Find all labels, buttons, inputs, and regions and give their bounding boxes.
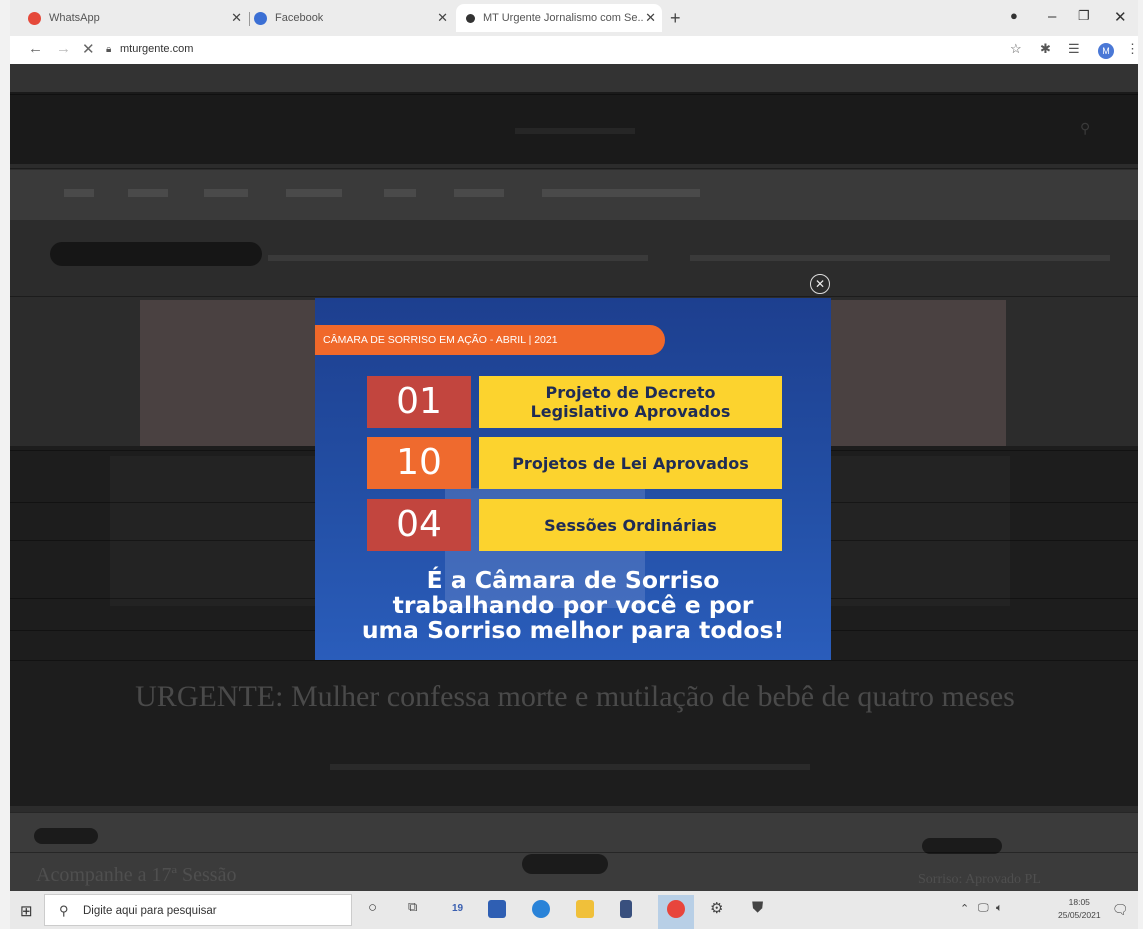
close-tab-icon[interactable]: ✕ bbox=[231, 10, 242, 26]
calendar-badge-icon[interactable]: 19 bbox=[452, 903, 463, 914]
maximize-button[interactable]: ❐ bbox=[1078, 8, 1090, 24]
popup-title: CÂMARA DE SORRISO EM AÇÃO - ABRIL | 2021 bbox=[315, 325, 665, 355]
reading-list-icon[interactable]: ☰ bbox=[1068, 41, 1080, 57]
close-tab-icon[interactable]: ✕ bbox=[645, 10, 656, 26]
stat-number: 04 bbox=[367, 499, 471, 551]
whatsapp-icon bbox=[28, 11, 41, 25]
site-search-icon: ⚲ bbox=[1080, 120, 1091, 136]
search-placeholder: Digite aqui para pesquisar bbox=[83, 905, 217, 917]
back-arrow-icon[interactable]: ← bbox=[28, 40, 43, 57]
close-window-button[interactable]: ✕ bbox=[1114, 8, 1127, 26]
record-icon[interactable]: ● bbox=[1010, 8, 1018, 23]
category-pill bbox=[34, 828, 98, 844]
featured-headline[interactable]: URGENTE: Mulher confessa morte e mutilaç… bbox=[120, 678, 1030, 716]
site-favicon-icon bbox=[466, 13, 475, 23]
forward-arrow-icon[interactable]: → bbox=[56, 40, 71, 57]
stat-row: 04 Sessões Ordinárias bbox=[367, 499, 782, 551]
tab-title: WhatsApp bbox=[49, 12, 100, 24]
stat-number: 01 bbox=[367, 376, 471, 428]
close-tab-icon[interactable]: ✕ bbox=[437, 10, 448, 26]
network-icon[interactable]: 🖵︎ bbox=[978, 902, 989, 915]
site-logo bbox=[515, 128, 635, 134]
minimize-button[interactable]: – bbox=[1048, 8, 1056, 25]
tab-title: Facebook bbox=[275, 12, 324, 24]
lock-icon: 🔒︎ bbox=[106, 44, 112, 55]
tray-chevron-up-icon[interactable]: ⌃ bbox=[960, 902, 969, 915]
windows-start-icon[interactable]: ⊞ bbox=[20, 902, 33, 920]
stat-label-text: Projetos de Lei Aprovados bbox=[512, 453, 749, 473]
slogan-line: É a Câmara de Sorriso bbox=[426, 566, 720, 594]
ticker-text-left bbox=[268, 255, 648, 261]
stat-label: Sessões Ordinárias bbox=[479, 499, 782, 551]
stat-number: 10 bbox=[367, 437, 471, 489]
tab-facebook[interactable]: Facebook ✕ bbox=[254, 4, 454, 32]
screen: WhatsApp ✕ Facebook ✕ MT Urgente Jornali… bbox=[10, 0, 1138, 929]
edge-icon[interactable] bbox=[532, 900, 550, 918]
bookmark-star-icon[interactable]: ☆ bbox=[1010, 41, 1022, 57]
volume-icon[interactable]: 🔈︎ bbox=[996, 902, 1003, 915]
popup-ad[interactable]: CÂMARA DE SORRISO EM AÇÃO - ABRIL | 2021… bbox=[315, 298, 831, 660]
article-title-right[interactable]: Sorriso: Aprovado PL bbox=[918, 872, 1041, 888]
tab-title: MT Urgente Jornalismo com Se... bbox=[483, 12, 643, 24]
stat-label-text: Sessões Ordinárias bbox=[544, 515, 717, 535]
breaking-news-pill bbox=[50, 242, 262, 266]
file-explorer-icon[interactable] bbox=[576, 900, 594, 918]
task-view-icon[interactable]: ⧉ bbox=[408, 899, 417, 915]
stat-label-text: Projeto de Decreto Legislativo Aprovados bbox=[530, 383, 731, 421]
clock-time: 18:05 bbox=[1068, 897, 1090, 907]
browser-tab-bar: WhatsApp ✕ Facebook ✕ MT Urgente Jornali… bbox=[10, 0, 1138, 36]
stat-label: Projetos de Lei Aprovados bbox=[479, 437, 782, 489]
taskbar-clock[interactable]: 18:05 25/05/2021 bbox=[1058, 896, 1101, 922]
stat-row: 01 Projeto de Decreto Legislativo Aprova… bbox=[367, 376, 782, 428]
settings-gear-icon[interactable]: ⚙ bbox=[710, 899, 723, 917]
ticker-text-right bbox=[690, 255, 1110, 261]
new-tab-button[interactable]: + bbox=[670, 8, 681, 29]
menu-dots-icon[interactable]: ⋮ bbox=[1126, 41, 1138, 57]
site-top-strip bbox=[10, 64, 1138, 92]
profile-avatar[interactable]: M bbox=[1098, 43, 1114, 59]
headline-meta bbox=[330, 764, 810, 770]
address-bar-row: ← → ✕ 🔒︎ mturgente.com ☆ ✱ ☰ M ⋮ bbox=[10, 36, 1138, 64]
cortana-circle-icon[interactable]: ○ bbox=[368, 899, 377, 916]
site-navigation bbox=[10, 170, 1138, 220]
url-field[interactable]: mturgente.com bbox=[120, 43, 193, 55]
security-shield-icon[interactable]: ⛊ bbox=[752, 899, 763, 916]
popup-close-icon[interactable]: ✕ bbox=[810, 274, 830, 294]
site-header: ⚲ bbox=[10, 92, 1138, 164]
stat-label: Projeto de Decreto Legislativo Aprovados bbox=[479, 376, 782, 428]
stat-row: 10 Projetos de Lei Aprovados bbox=[367, 437, 782, 489]
search-icon: ⚲ bbox=[59, 903, 69, 918]
slogan-line: trabalhando por você e por bbox=[392, 591, 754, 619]
stop-loading-icon[interactable]: ✕ bbox=[82, 40, 95, 58]
article-title-left[interactable]: Acompanhe a 17ª Sessão bbox=[36, 864, 236, 887]
taskbar-search-box[interactable]: ⚲ Digite aqui para pesquisar bbox=[44, 894, 352, 926]
extensions-puzzle-icon[interactable]: ✱ bbox=[1040, 41, 1051, 57]
store-icon[interactable] bbox=[620, 900, 632, 918]
windows-taskbar: ⊞ ⚲ Digite aqui para pesquisar ○ ⧉ 19 ⚙ … bbox=[10, 891, 1138, 929]
category-pill bbox=[522, 854, 608, 874]
chrome-icon[interactable] bbox=[667, 900, 685, 918]
tab-divider bbox=[249, 12, 250, 26]
notifications-icon[interactable]: 🗨︎ bbox=[1112, 902, 1129, 918]
tab-mturgente[interactable]: MT Urgente Jornalismo com Se... ✕ bbox=[456, 4, 662, 32]
clock-date: 25/05/2021 bbox=[1058, 910, 1101, 920]
popup-slogan: É a Câmara de Sorriso trabalhando por vo… bbox=[315, 568, 831, 643]
tab-whatsapp[interactable]: WhatsApp ✕ bbox=[28, 4, 248, 32]
facebook-icon bbox=[254, 11, 267, 25]
word-icon[interactable] bbox=[488, 900, 506, 918]
slogan-line: uma Sorriso melhor para todos! bbox=[361, 616, 785, 644]
